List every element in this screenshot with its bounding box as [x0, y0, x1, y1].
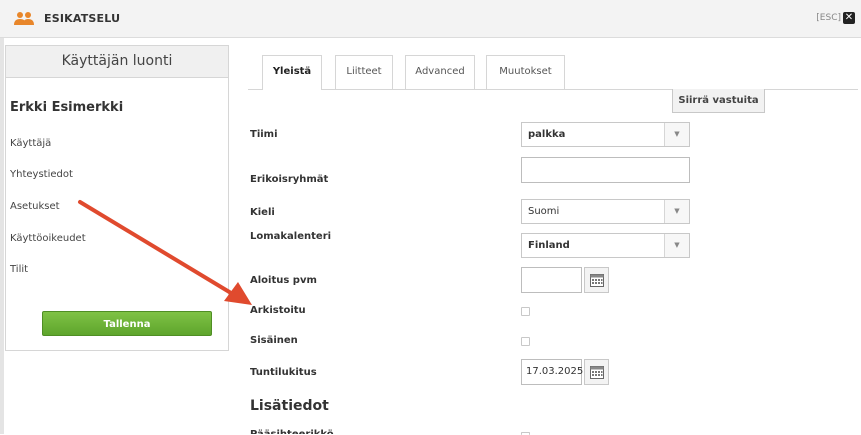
language-label: Kieli	[250, 207, 275, 218]
chevron-down-icon: ▼	[664, 234, 689, 257]
language-select-value: Suomi	[528, 206, 560, 217]
chevron-down-icon: ▼	[664, 123, 689, 146]
tab-yleista[interactable]: Yleistä	[262, 55, 322, 90]
transfer-responsibilities-button[interactable]: Siirrä vastuita	[672, 89, 765, 113]
archived-label: Arkistoitu	[250, 305, 306, 316]
start-date-input[interactable]	[521, 267, 582, 293]
background-page-edge	[0, 38, 4, 434]
hour-lock-label: Tuntilukitus	[250, 367, 317, 378]
users-icon	[14, 12, 34, 25]
special-groups-label: Erikoisryhmät	[250, 174, 329, 185]
start-date-calendar-button[interactable]	[584, 267, 609, 293]
sidebar-item-tilit[interactable]: Tilit	[10, 264, 28, 275]
internal-label: Sisäinen	[250, 335, 298, 346]
hour-lock-date-input[interactable]: 17.03.2025	[521, 359, 583, 385]
close-icon[interactable]: ✕	[843, 12, 855, 24]
window-title: ESIKATSELU	[44, 12, 121, 25]
sidebar-panel: Käyttäjän luonti Erkki Esimerkki Käyttäj…	[5, 45, 229, 351]
sidebar-item-kayttooikeudet[interactable]: Käyttöoikeudet	[10, 233, 86, 244]
user-name: Erkki Esimerkki	[10, 100, 124, 115]
tab-liitteet[interactable]: Liitteet	[335, 55, 393, 89]
hour-lock-calendar-button[interactable]	[584, 359, 609, 385]
tab-bar: Yleistä Liitteet Advanced Muutokset	[248, 45, 858, 90]
language-select[interactable]: Suomi ▼	[521, 199, 690, 224]
archived-checkbox[interactable]	[521, 307, 530, 316]
sidebar-item-yhteystiedot[interactable]: Yhteystiedot	[10, 169, 73, 180]
start-date-label: Aloitus pvm	[250, 275, 317, 286]
holiday-calendar-select[interactable]: Finland ▼	[521, 233, 690, 258]
sidebar-item-asetukset[interactable]: Asetukset	[10, 201, 60, 212]
tab-muutokset[interactable]: Muutokset	[486, 55, 565, 89]
holiday-calendar-select-value: Finland	[528, 240, 570, 251]
main-content: Yleistä Liitteet Advanced Muutokset Siir…	[248, 45, 858, 435]
sidebar-header: Käyttäjän luonti	[6, 46, 228, 78]
special-groups-input[interactable]	[521, 157, 690, 183]
calendar-icon	[590, 274, 604, 287]
next-field-label: Pääsihteerikkö	[250, 429, 334, 434]
window-title-bar: ESIKATSELU [ESC] ✕	[0, 0, 861, 38]
calendar-icon	[590, 366, 604, 379]
chevron-down-icon: ▼	[664, 200, 689, 223]
team-label: Tiimi	[250, 129, 278, 140]
team-select-value: palkka	[528, 129, 566, 140]
holiday-calendar-label: Lomakalenteri	[250, 231, 332, 242]
tab-advanced[interactable]: Advanced	[405, 55, 475, 89]
team-select[interactable]: palkka ▼	[521, 122, 690, 147]
sidebar-item-kayttaja[interactable]: Käyttäjä	[10, 138, 51, 149]
esc-hint[interactable]: [ESC]	[816, 13, 841, 23]
internal-checkbox[interactable]	[521, 337, 530, 346]
additional-info-heading: Lisätiedot	[250, 398, 329, 414]
save-button[interactable]: Tallenna	[42, 311, 212, 336]
